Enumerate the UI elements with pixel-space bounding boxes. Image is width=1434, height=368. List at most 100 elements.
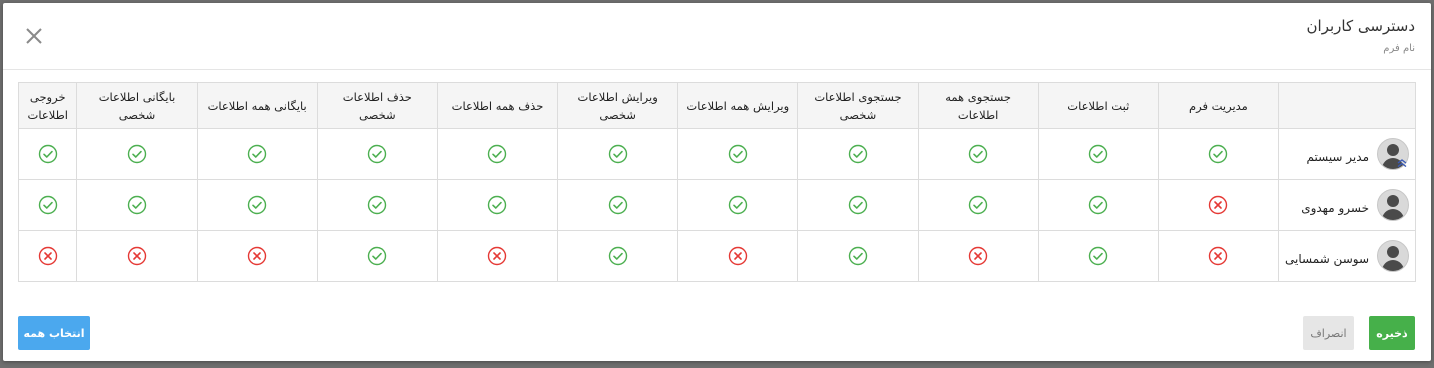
modal-title: دسترسی کاربران [1306,17,1415,35]
table-row: سوسن شمسایی [17,230,1416,282]
column-header: حذف همه اطلاعات [436,82,559,129]
check-circle-icon[interactable] [1088,195,1108,215]
x-circle-icon[interactable] [728,246,748,266]
user-access-modal: دسترسی کاربران نام فرم مدیریت فرم ثبت اط… [3,3,1431,361]
save-button[interactable]: ذخیره [1369,316,1415,350]
check-circle-icon[interactable] [848,195,868,215]
user-column-header [1278,82,1416,129]
permission-cell [436,230,559,282]
check-circle-icon[interactable] [1088,246,1108,266]
permission-cell [1157,230,1280,282]
permission-cell [557,128,679,180]
permission-cell [557,230,679,282]
permission-cell [316,179,438,231]
user-name: سوسن شمسایی [1285,252,1369,266]
permission-cell [196,179,318,231]
permission-cell [196,128,318,180]
check-circle-icon[interactable] [1088,144,1108,164]
column-header: حذف اطلاعات شخصی [316,82,438,129]
permission-cell [76,230,198,282]
table-row: خسرو مهدوی [17,179,1416,231]
close-icon[interactable] [23,25,45,47]
permission-cell [797,128,919,180]
modal-header: دسترسی کاربران نام فرم [3,3,1431,70]
user-name: خسرو مهدوی [1301,201,1369,215]
column-header: بایگانی اطلاعات شخصی [76,82,198,129]
x-circle-icon[interactable] [487,246,507,266]
column-header: ثبت اطلاعات [1037,82,1159,129]
column-header: جستجوی همه اطلاعات [917,82,1039,129]
check-circle-icon[interactable] [367,246,387,266]
permission-cell [76,128,198,180]
check-circle-icon[interactable] [38,144,58,164]
permission-cell [17,128,78,180]
check-circle-icon[interactable] [848,144,868,164]
check-circle-icon[interactable] [127,195,147,215]
permission-cell [1037,128,1159,180]
permission-cell [677,128,799,180]
permission-cell [196,230,318,282]
column-header: بایگانی همه اطلاعات [196,82,318,129]
check-circle-icon[interactable] [247,144,267,164]
permission-cell [677,230,799,282]
check-circle-icon[interactable] [608,195,628,215]
chevron-up-icon[interactable] [1397,159,1407,167]
permission-cell [1157,128,1280,180]
user-avatar-icon [1377,189,1409,221]
x-circle-icon[interactable] [1208,195,1228,215]
user-cell: مدیر سیستم [1278,128,1416,180]
permission-cell [17,179,78,231]
check-circle-icon[interactable] [487,144,507,164]
check-circle-icon[interactable] [487,195,507,215]
check-circle-icon[interactable] [608,144,628,164]
user-cell: سوسن شمسایی [1278,230,1416,282]
x-circle-icon[interactable] [1208,246,1228,266]
cancel-button[interactable]: انصراف [1303,316,1354,350]
user-avatar-icon [1377,240,1409,272]
permission-cell [917,230,1039,282]
permission-cell [316,128,438,180]
user-name: مدیر سیستم [1306,150,1370,164]
x-circle-icon[interactable] [38,246,58,266]
permission-cell [797,230,919,282]
permission-cell [917,128,1039,180]
check-circle-icon[interactable] [608,246,628,266]
column-header: خروجی اطلاعات [17,82,78,129]
permission-cell [917,179,1039,231]
permission-cell [76,179,198,231]
permission-cell [1037,230,1159,282]
permission-cell [677,179,799,231]
check-circle-icon[interactable] [1208,144,1228,164]
check-circle-icon[interactable] [848,246,868,266]
x-circle-icon[interactable] [127,246,147,266]
user-cell: خسرو مهدوی [1278,179,1416,231]
check-circle-icon[interactable] [38,195,58,215]
check-circle-icon[interactable] [728,144,748,164]
column-header: جستجوی اطلاعات شخصی [797,82,919,129]
table-row: مدیر سیستم [17,128,1416,180]
permission-cell [1157,179,1280,231]
modal-subtitle: نام فرم [1383,43,1415,54]
permission-cell [557,179,679,231]
permission-cell [436,128,559,180]
permission-cell [316,230,438,282]
column-header: مدیریت فرم [1157,82,1280,129]
permission-cell [1037,179,1159,231]
column-header: ویرایش همه اطلاعات [677,82,799,129]
permissions-table: مدیریت فرم ثبت اطلاعات جستجوی همه اطلاعات ج… [17,82,1416,282]
check-circle-icon[interactable] [968,144,988,164]
permission-cell [17,230,78,282]
check-circle-icon[interactable] [728,195,748,215]
permission-cell [436,179,559,231]
check-circle-icon[interactable] [968,195,988,215]
table-header-row: مدیریت فرم ثبت اطلاعات جستجوی همه اطلاعات ج… [17,82,1416,129]
permission-cell [797,179,919,231]
column-header: ویرایش اطلاعات شخصی [557,82,679,129]
check-circle-icon[interactable] [367,195,387,215]
x-circle-icon[interactable] [968,246,988,266]
check-circle-icon[interactable] [367,144,387,164]
check-circle-icon[interactable] [247,195,267,215]
check-circle-icon[interactable] [127,144,147,164]
select-all-button[interactable]: انتخاب همه [18,316,90,350]
x-circle-icon[interactable] [247,246,267,266]
